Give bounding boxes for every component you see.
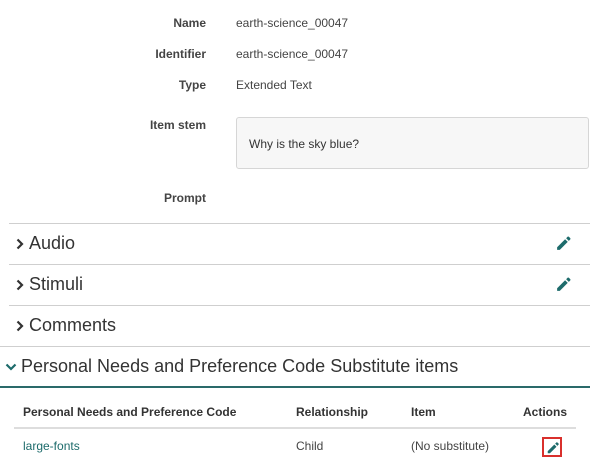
name-label: Name: [173, 16, 206, 30]
stimuli-section-header[interactable]: Stimuli: [9, 264, 590, 304]
pencil-icon: [547, 441, 559, 453]
type-value: Extended Text: [236, 78, 312, 92]
comments-section-title: Comments: [29, 315, 117, 335]
edit-substitute-button[interactable]: [542, 436, 562, 457]
prompt-label: Prompt: [164, 191, 206, 205]
pnp-table-header-row: Personal Needs and Preference Code Relat…: [14, 397, 576, 429]
chevron-right-icon: [16, 320, 24, 331]
audio-section-header[interactable]: Audio: [9, 223, 590, 263]
chevron-right-icon: [16, 238, 24, 249]
pnp-section-header[interactable]: Personal Needs and Preference Code Subst…: [0, 346, 590, 388]
identifier-label: Identifier: [155, 47, 206, 61]
pnp-code-link[interactable]: large-fonts: [14, 428, 287, 463]
column-header-actions: Actions: [505, 397, 576, 429]
identifier-value: earth-science_00047: [236, 47, 349, 61]
chevron-right-icon: [16, 279, 24, 290]
comments-section-header[interactable]: Comments: [9, 305, 590, 345]
audio-edit-pencil-icon[interactable]: [555, 235, 572, 252]
column-header-pnp-code: Personal Needs and Preference Code: [14, 397, 287, 429]
audio-section-title: Audio: [29, 233, 76, 253]
column-header-relationship: Relationship: [287, 397, 402, 429]
pnp-section-title: Personal Needs and Preference Code Subst…: [21, 356, 459, 376]
type-label: Type: [178, 78, 206, 92]
table-row: large-fonts Child (No substitute): [14, 428, 576, 463]
chevron-down-icon: [5, 363, 17, 371]
pnp-table: Personal Needs and Preference Code Relat…: [14, 397, 576, 463]
name-value: earth-science_00047: [236, 16, 349, 30]
substitute-item-cell: (No substitute): [411, 439, 490, 453]
item-stem-text: Why is the sky blue?: [249, 137, 360, 151]
relationship-cell: Child: [296, 439, 324, 453]
item-stem-label: Item stem: [149, 118, 206, 132]
column-header-item: Item: [402, 397, 505, 429]
item-stem-box: Why is the sky blue?: [236, 117, 589, 169]
stimuli-section-title: Stimuli: [29, 274, 84, 294]
stimuli-edit-pencil-icon[interactable]: [555, 276, 572, 293]
actions-cell: [505, 428, 576, 463]
